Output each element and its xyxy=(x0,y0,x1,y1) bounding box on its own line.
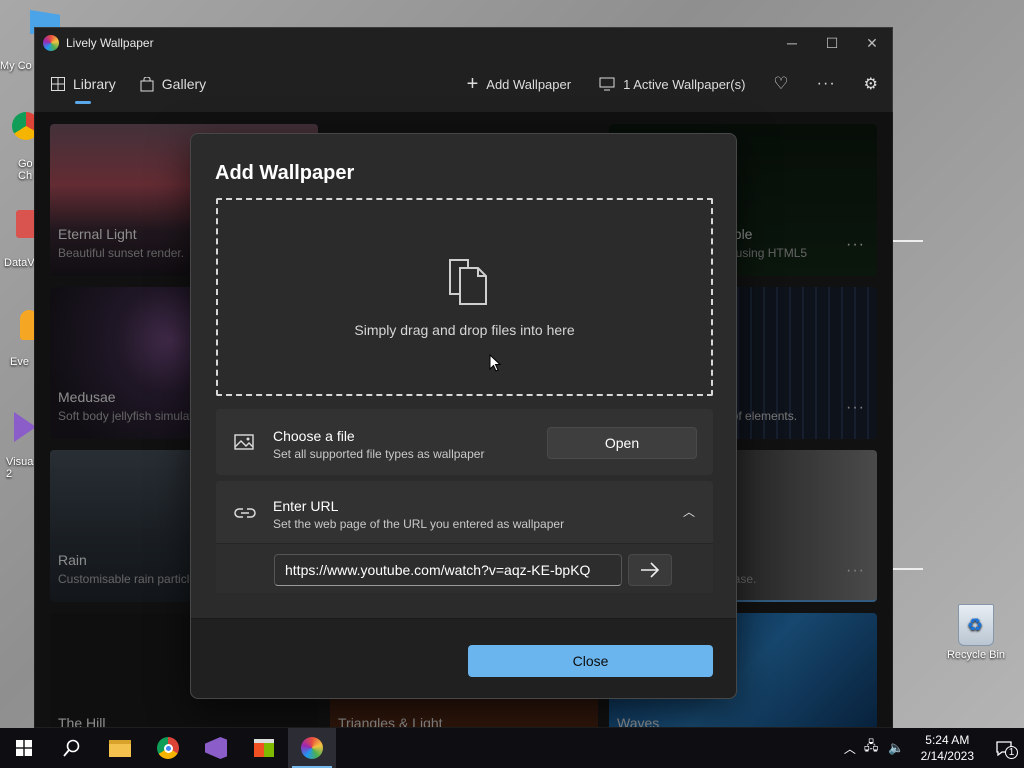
enter-url-header[interactable]: Enter URL Set the web page of the URL yo… xyxy=(216,481,713,543)
lively-icon xyxy=(301,737,323,759)
active-wallpapers-label: 1 Active Wallpaper(s) xyxy=(623,76,746,92)
system-tray: ︿ 🖧 🔈 5:24 AM 2/14/2023 1 xyxy=(840,728,1024,768)
active-wallpapers-button[interactable]: 1 Active Wallpaper(s) xyxy=(585,77,759,92)
folder-icon xyxy=(109,739,131,757)
favorites-button[interactable]: ♡ xyxy=(759,74,802,94)
arrow-right-icon xyxy=(641,562,660,578)
desktop-icon-label[interactable]: DataV xyxy=(4,257,35,269)
nav-actions: + Add Wallpaper 1 Active Wallpaper(s) ♡ … xyxy=(453,58,892,110)
background-window-edge xyxy=(893,240,923,242)
drop-instructions: Simply drag and drop files into here xyxy=(354,322,575,338)
open-button[interactable]: Open xyxy=(547,427,697,459)
clock[interactable]: 5:24 AM 2/14/2023 xyxy=(911,732,984,764)
desktop-icon-label[interactable]: My Co xyxy=(0,60,32,72)
desktop-icon-label[interactable]: Visua 2 xyxy=(6,456,34,480)
tab-library-label: Library xyxy=(73,76,116,92)
chrome-taskbar-button[interactable] xyxy=(144,728,192,768)
desktop-icon-label[interactable]: Eve xyxy=(10,356,29,368)
plus-icon: + xyxy=(466,73,479,95)
add-wallpaper-button[interactable]: + Add Wallpaper xyxy=(453,73,585,95)
submit-url-button[interactable] xyxy=(628,554,672,586)
window-title: Lively Wallpaper xyxy=(66,36,154,50)
enter-url-title: Enter URL xyxy=(273,498,339,514)
background-window-edge xyxy=(893,568,923,570)
grid-icon xyxy=(51,77,65,91)
file-explorer-button[interactable] xyxy=(96,728,144,768)
chevron-up-icon[interactable]: ︿ xyxy=(840,740,860,757)
minimize-button[interactable]: ─ xyxy=(772,28,812,58)
lively-taskbar-button[interactable] xyxy=(288,728,336,768)
start-button[interactable] xyxy=(0,728,48,768)
copy-files-icon xyxy=(449,259,487,305)
choose-file-title: Choose a file xyxy=(273,428,355,444)
ellipsis-icon: ··· xyxy=(816,75,836,92)
visual-studio-desktop-icon[interactable] xyxy=(14,412,36,442)
recycle-bin-icon[interactable]: Recycle Bin xyxy=(944,604,1008,661)
close-button[interactable]: Close xyxy=(468,645,713,677)
mouse-cursor-icon xyxy=(489,354,501,372)
recycle-bin-label: Recycle Bin xyxy=(946,649,1006,661)
more-options-button[interactable]: ··· xyxy=(803,75,850,93)
dialog-footer: Close xyxy=(191,618,736,698)
tab-library[interactable]: Library xyxy=(51,76,116,104)
image-icon xyxy=(234,434,254,450)
file-drop-zone[interactable]: Simply drag and drop files into here xyxy=(216,198,713,396)
url-input-row xyxy=(216,543,713,593)
add-wallpaper-dialog: Add Wallpaper Simply drag and drop files… xyxy=(190,133,737,699)
taskbar: ︿ 🖧 🔈 5:24 AM 2/14/2023 1 xyxy=(0,728,1024,768)
nav-bar: Library Gallery + Add Wallpaper 1 Active… xyxy=(35,58,892,110)
volume-icon[interactable]: 🔈 xyxy=(882,740,910,756)
monitor-icon xyxy=(599,77,615,91)
store-icon xyxy=(254,739,274,757)
link-icon xyxy=(234,508,256,518)
close-window-button[interactable]: ✕ xyxy=(852,28,892,58)
heart-icon: ♡ xyxy=(773,74,789,93)
choose-file-card: Choose a file Set all supported file typ… xyxy=(216,409,713,475)
trash-icon xyxy=(958,604,994,646)
minimize-icon: ─ xyxy=(787,35,797,51)
gear-icon: ⚙ xyxy=(863,76,878,93)
maximize-icon: ☐ xyxy=(825,34,839,51)
clock-time: 5:24 AM xyxy=(925,733,970,747)
network-icon[interactable]: 🖧 xyxy=(860,737,883,759)
notifications-button[interactable]: 1 xyxy=(984,728,1024,768)
choose-file-subtitle: Set all supported file types as wallpape… xyxy=(273,447,485,461)
visual-studio-icon xyxy=(205,737,227,759)
dialog-title: Add Wallpaper xyxy=(215,162,355,184)
close-icon: ✕ xyxy=(866,34,878,51)
lively-logo-icon xyxy=(43,35,59,51)
settings-button[interactable]: ⚙ xyxy=(850,74,892,94)
tab-gallery-label: Gallery xyxy=(161,76,207,92)
chevron-up-icon[interactable]: ︿ xyxy=(683,503,695,520)
clock-date: 2/14/2023 xyxy=(920,749,974,763)
notification-count-badge: 1 xyxy=(1005,746,1018,759)
chrome-icon xyxy=(157,737,179,759)
visual-studio-taskbar-button[interactable] xyxy=(192,728,240,768)
add-wallpaper-label: Add Wallpaper xyxy=(486,76,572,92)
maximize-button[interactable]: ☐ xyxy=(812,28,852,58)
tab-gallery[interactable]: Gallery xyxy=(140,76,206,92)
enter-url-subtitle: Set the web page of the URL you entered … xyxy=(273,517,565,531)
url-input[interactable] xyxy=(274,554,622,586)
enter-url-card: Enter URL Set the web page of the URL yo… xyxy=(216,481,713,593)
shopping-bag-icon xyxy=(140,76,154,91)
title-bar[interactable]: Lively Wallpaper ─ ☐ ✕ xyxy=(35,28,892,58)
microsoft-store-button[interactable] xyxy=(240,728,288,768)
windows-logo-icon xyxy=(16,740,32,756)
search-button[interactable] xyxy=(48,728,96,768)
search-icon xyxy=(63,739,80,757)
